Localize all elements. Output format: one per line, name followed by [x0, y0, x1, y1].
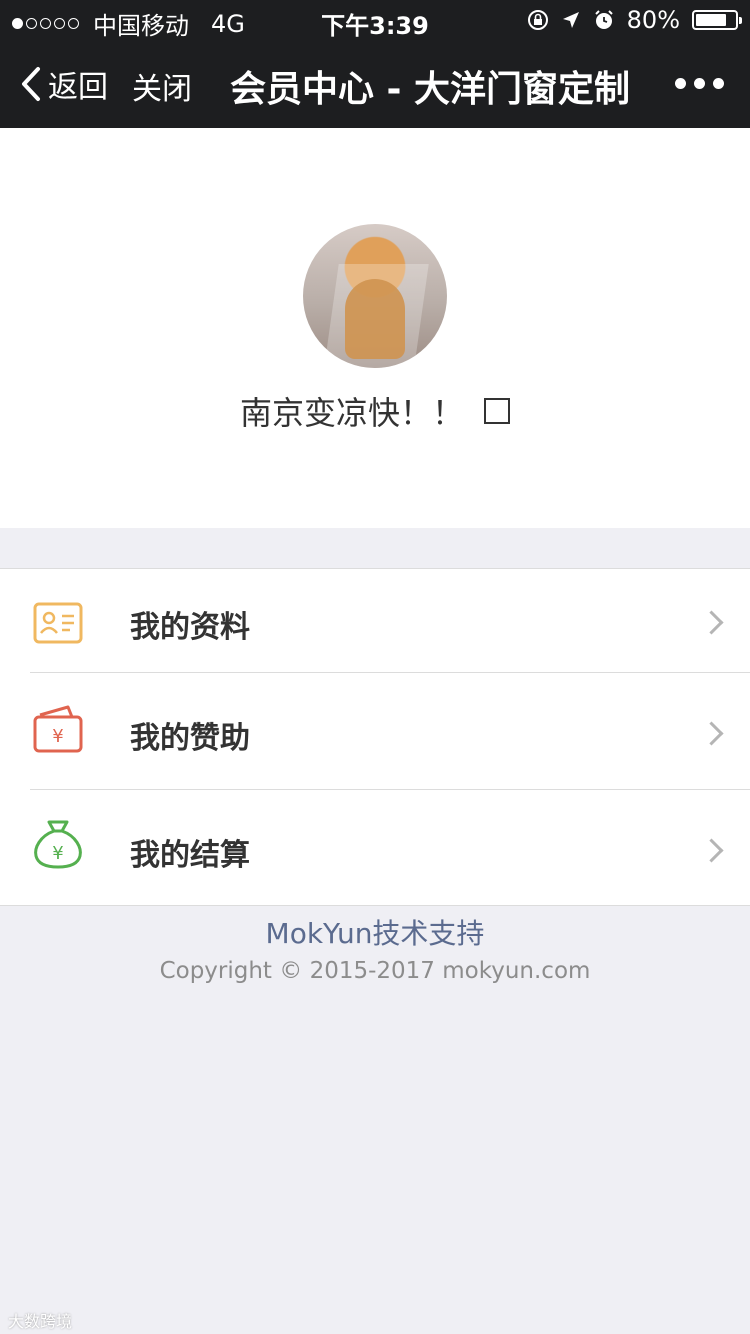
battery-icon: [692, 10, 742, 30]
menu-item-label: 我的赞助: [130, 721, 250, 756]
menu-list: 我的资料 ¥ 我的赞助 ¥ 我的结算: [0, 568, 750, 906]
chevron-left-icon: [22, 67, 40, 101]
rotation-lock-icon: [527, 10, 548, 30]
back-button[interactable]: 返回: [18, 62, 108, 106]
menu-item-sponsorship[interactable]: ¥ 我的赞助: [0, 673, 750, 789]
avatar[interactable]: [303, 224, 447, 368]
chevron-right-icon: [699, 610, 724, 635]
copyright-text: Copyright © 2015-2017 mokyun.com: [159, 958, 591, 984]
menu-item-settlement[interactable]: ¥ 我的结算: [0, 790, 750, 906]
nickname: 南京变凉快！！: [0, 388, 750, 434]
profile-section: 南京变凉快！！: [0, 128, 750, 528]
close-button[interactable]: 关闭: [132, 64, 192, 108]
alarm-icon: [594, 10, 613, 29]
page-title: 会员中心 - 大洋门窗定制: [230, 69, 631, 110]
money-bag-icon: ¥: [34, 820, 82, 869]
navigation-bar: 返回 关闭 会员中心 - 大洋门窗定制: [0, 40, 750, 128]
nickname-text: 南京变凉快！！: [239, 394, 464, 432]
svg-text:¥: ¥: [52, 843, 63, 864]
status-right: 80%: [527, 6, 742, 34]
location-arrow-icon: [562, 12, 579, 28]
more-menu-icon[interactable]: [675, 78, 724, 89]
wallet-yen-icon: ¥: [33, 705, 83, 753]
watermark: 大数跨境: [8, 1312, 73, 1331]
chevron-right-icon: [699, 721, 724, 746]
menu-item-profile[interactable]: 我的资料: [0, 569, 750, 672]
top-bar: 中国移动 4G 下午3:39 80% 返回 关闭 会员中心 - 大洋门窗定制: [0, 0, 750, 128]
support-link[interactable]: MokYun技术支持: [0, 912, 750, 952]
svg-text:¥: ¥: [52, 726, 63, 747]
battery-percent: 80%: [626, 6, 680, 34]
chevron-right-icon: [699, 838, 724, 863]
id-card-icon: [33, 602, 83, 644]
battery-fill: [696, 14, 726, 26]
back-label: 返回: [48, 70, 108, 105]
unknown-glyph-box-icon: [484, 398, 510, 424]
menu-item-label: 我的结算: [130, 838, 250, 873]
status-bar: 中国移动 4G 下午3:39 80%: [0, 0, 750, 40]
menu-item-label: 我的资料: [130, 610, 250, 645]
